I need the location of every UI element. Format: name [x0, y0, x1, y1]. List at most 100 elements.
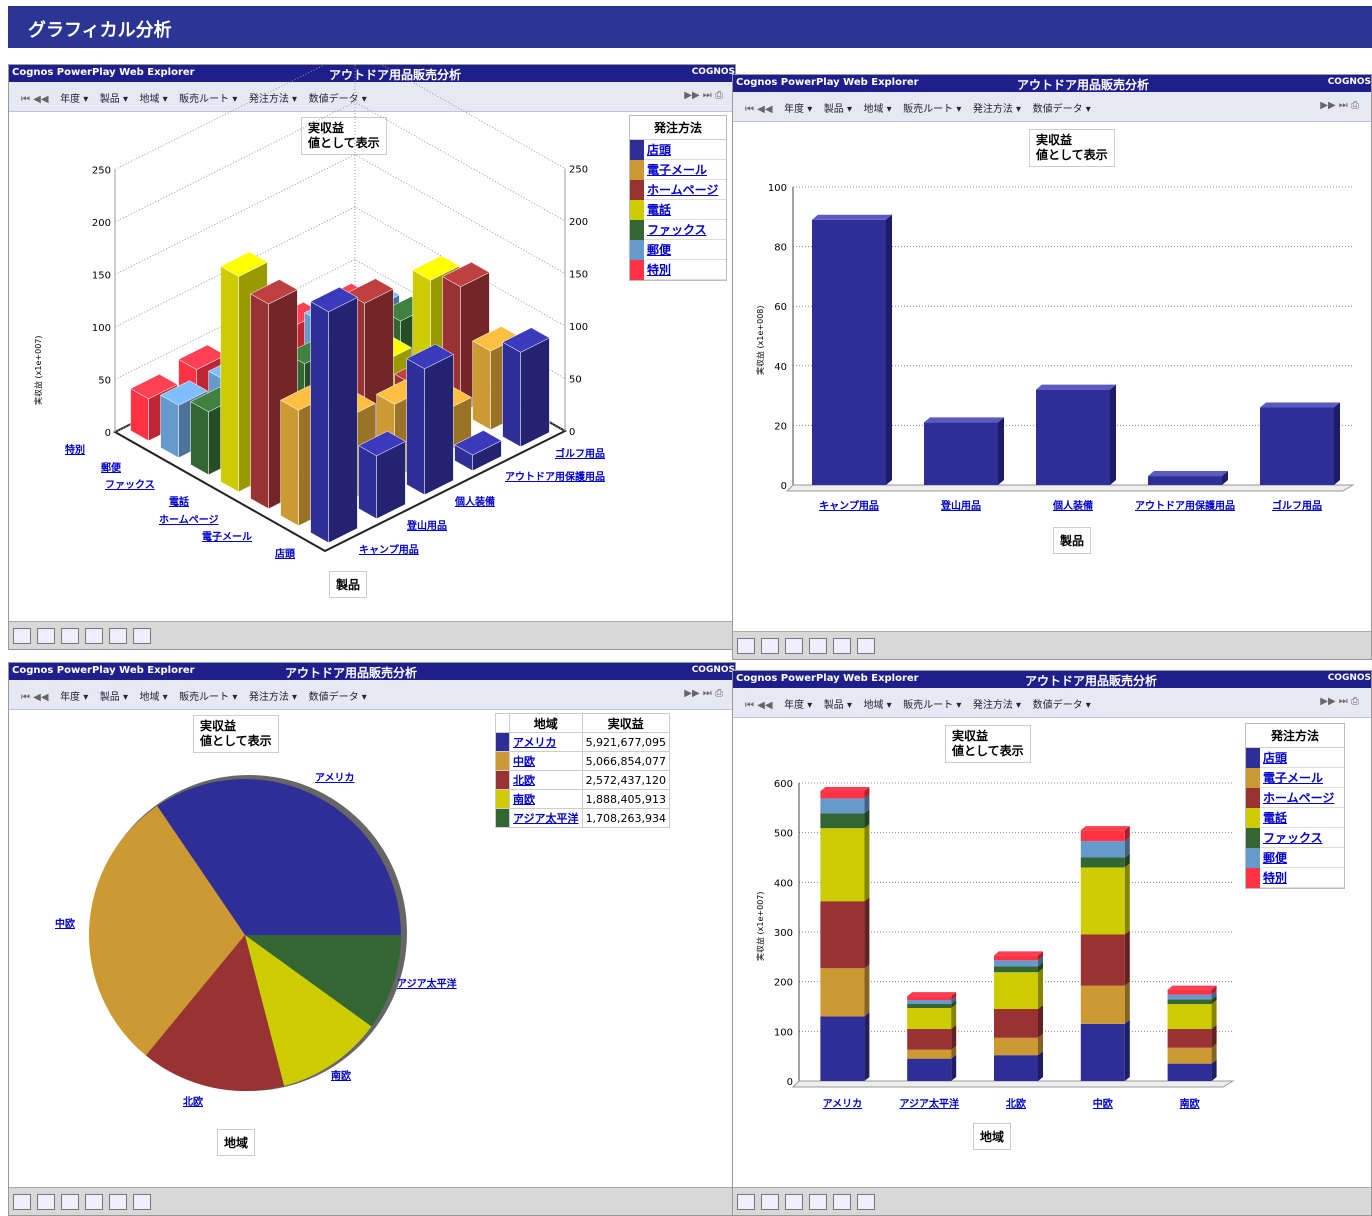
bar-3d-side [472, 340, 491, 431]
crosstab-icon[interactable] [13, 628, 31, 644]
layout-icon[interactable] [785, 1194, 803, 1210]
bar-segment [1080, 934, 1125, 986]
product-label[interactable]: ゴルフ用品 [555, 445, 605, 460]
bar-segment [1080, 867, 1125, 935]
help-icon[interactable] [133, 628, 151, 644]
bar-3d-side [190, 401, 209, 476]
bar-side [1211, 1000, 1217, 1029]
legend-item[interactable]: 電子メール [1246, 768, 1344, 788]
x-axis-label: 地域 [973, 1123, 1012, 1150]
bar [812, 219, 886, 485]
bar-3d-front [328, 296, 358, 544]
method-label[interactable]: 特別 [65, 441, 85, 456]
table-row: アメリカ 5,921,677,095 [495, 732, 671, 752]
legend-item[interactable]: 郵便 [630, 240, 726, 260]
bar-segment [994, 955, 1038, 961]
panel-pie-chart: Cognos PowerPlay Web Explorer アウトドア用品販売分… [8, 662, 736, 1216]
x-tick-label: 南欧 [1180, 1097, 1200, 1110]
table-row: 中欧 5,066,854,077 [495, 751, 671, 771]
y-tick-label: 150 [92, 271, 111, 282]
chart-type-icon[interactable] [37, 1194, 55, 1210]
bar-segment [994, 1037, 1038, 1056]
bottom-toolbar [9, 1187, 735, 1215]
legend-item[interactable]: 電話 [1246, 808, 1344, 828]
product-label[interactable]: 登山用品 [407, 517, 447, 532]
bar-top [1260, 402, 1340, 408]
bar-segment [994, 1008, 1038, 1038]
y-tick-label: 0 [105, 428, 111, 439]
crosstab-icon[interactable] [737, 1194, 755, 1210]
crosstab-icon[interactable] [13, 1194, 31, 1210]
legend-item[interactable]: 特別 [1246, 868, 1344, 888]
slice-label[interactable]: 北欧 [183, 1093, 203, 1108]
method-label[interactable]: 郵便 [101, 459, 121, 474]
region-link[interactable]: アメリカ [513, 736, 556, 749]
legend-item[interactable]: 電話 [630, 200, 726, 220]
region-link[interactable]: 北欧 [513, 774, 535, 787]
bar [1260, 407, 1334, 485]
bar-side [1038, 968, 1043, 1009]
y-tick-label: 500 [774, 829, 793, 840]
table-header: 地域 [509, 713, 583, 733]
slice-label[interactable]: アジア太平洋 [397, 975, 457, 990]
legend-item[interactable]: 店頭 [1246, 748, 1344, 768]
product-label[interactable]: アウトドア用保護用品 [505, 468, 605, 483]
y-tick-label: 0 [781, 481, 787, 492]
region-link[interactable]: 南欧 [513, 793, 535, 806]
swap-icon[interactable] [85, 628, 103, 644]
legend-item[interactable]: 郵便 [1246, 848, 1344, 868]
bar-top [1080, 826, 1130, 831]
slice-label[interactable]: 中欧 [55, 915, 75, 930]
y-tick-label: 20 [774, 421, 787, 432]
chart-type-icon[interactable] [761, 638, 779, 654]
y-tick-label: 300 [774, 928, 793, 939]
excel-icon[interactable] [109, 628, 127, 644]
legend-item[interactable]: ファックス [1246, 828, 1344, 848]
bar-top [1167, 985, 1217, 990]
legend-item[interactable]: 特別 [630, 260, 726, 280]
bar-top [1148, 471, 1228, 477]
help-icon[interactable] [857, 638, 875, 654]
swap-icon[interactable] [809, 1194, 827, 1210]
slice-label[interactable]: アメリカ [315, 769, 355, 784]
legend-item[interactable]: 電子メール [630, 160, 726, 180]
chart-type-icon[interactable] [761, 1194, 779, 1210]
region-link[interactable]: 中欧 [513, 755, 535, 768]
bar-segment [820, 901, 865, 969]
bar-segment [994, 1055, 1038, 1081]
swap-icon[interactable] [85, 1194, 103, 1210]
bar-segment [1080, 830, 1125, 842]
legend-item[interactable]: 店頭 [630, 140, 726, 160]
help-icon[interactable] [133, 1194, 151, 1210]
swap-icon[interactable] [809, 638, 827, 654]
chart-type-icon[interactable] [37, 628, 55, 644]
method-label[interactable]: 電子メール [202, 528, 252, 543]
bar-segment [820, 790, 865, 799]
legend-item[interactable]: ファックス [630, 220, 726, 240]
method-label[interactable]: ホームページ [159, 511, 219, 526]
bar-side [951, 1003, 957, 1029]
bottom-toolbar [733, 1187, 1371, 1215]
excel-icon[interactable] [833, 1194, 851, 1210]
legend-item[interactable]: ホームページ [1246, 788, 1344, 808]
method-label[interactable]: 店頭 [275, 545, 295, 560]
excel-icon[interactable] [109, 1194, 127, 1210]
layout-icon[interactable] [785, 638, 803, 654]
bar-segment [994, 966, 1038, 973]
product-label[interactable]: キャンプ用品 [359, 541, 419, 556]
layout-icon[interactable] [61, 628, 79, 644]
layout-icon[interactable] [61, 1194, 79, 1210]
help-icon[interactable] [857, 1194, 875, 1210]
y-tick-label: 200 [92, 218, 111, 229]
gridline [114, 101, 566, 223]
bar-segment [1080, 1023, 1125, 1081]
region-link[interactable]: アジア太平洋 [513, 812, 579, 825]
method-label[interactable]: ファックス [105, 476, 155, 491]
legend-item[interactable]: ホームページ [630, 180, 726, 200]
excel-icon[interactable] [833, 638, 851, 654]
crosstab-icon[interactable] [737, 638, 755, 654]
slice-label[interactable]: 南欧 [331, 1067, 351, 1082]
product-label[interactable]: 個人装備 [455, 493, 495, 508]
x-axis-label: 製品 [1053, 527, 1092, 554]
method-label[interactable]: 電話 [169, 493, 189, 508]
